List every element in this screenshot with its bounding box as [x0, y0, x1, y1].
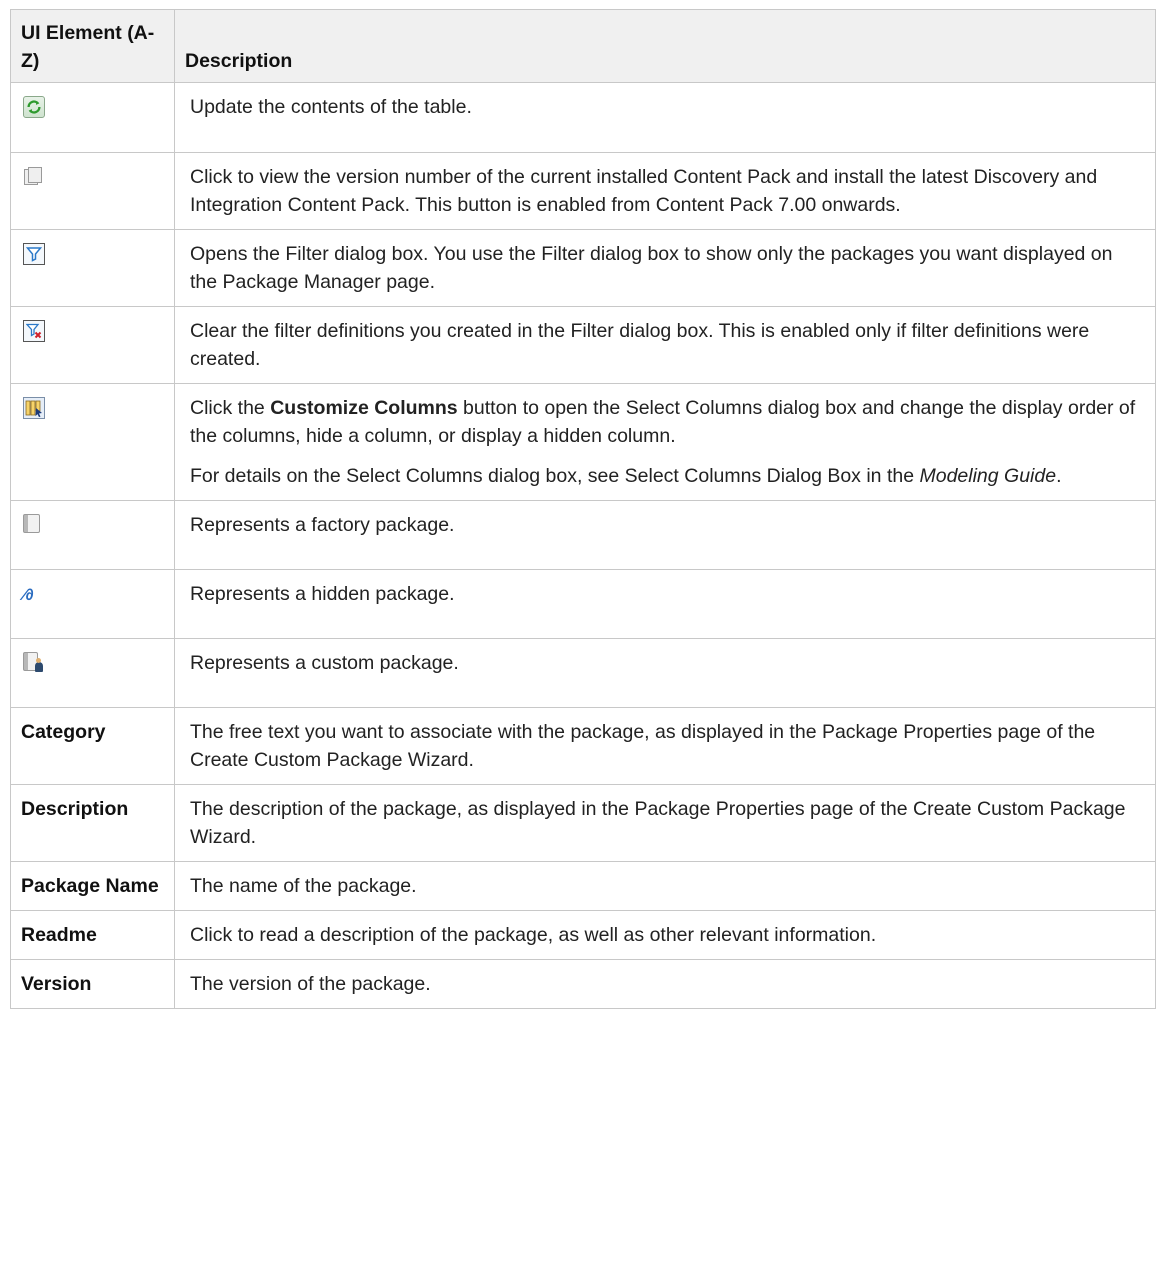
content-pack-icon	[23, 166, 42, 185]
table-row: Readme Click to read a description of th…	[10, 910, 1156, 960]
custom-package-icon	[23, 652, 43, 672]
description-cell: Click to read a description of the packa…	[174, 910, 1156, 960]
table-row: Represents a custom package.	[10, 638, 1156, 708]
table-row: Represents a factory package.	[10, 500, 1156, 570]
ui-element-cell: ⁄∂	[10, 569, 175, 639]
table-row: Opens the Filter dialog box. You use the…	[10, 229, 1156, 307]
table-row: Category The free text you want to assoc…	[10, 707, 1156, 785]
description-cell: Click the Customize Columns button to op…	[174, 383, 1156, 501]
ui-elements-table: UI Element (A-Z) Description Update the …	[10, 9, 1156, 1009]
table-row: ⁄∂ Represents a hidden package.	[10, 569, 1156, 639]
description-paragraph: For details on the Select Columns dialog…	[190, 462, 1143, 490]
customize-columns-icon	[23, 397, 45, 419]
table-row: Update the contents of the table.	[10, 82, 1156, 153]
ui-element-cell	[10, 383, 175, 501]
clear-filter-icon	[23, 320, 45, 342]
table-row: Click the Customize Columns button to op…	[10, 383, 1156, 501]
ui-element-cell	[10, 82, 175, 153]
description-cell: Represents a hidden package.	[174, 569, 1156, 639]
table-row: Description The description of the packa…	[10, 784, 1156, 862]
hidden-package-icon: ⁄∂	[23, 587, 34, 604]
table-row: Version The version of the package.	[10, 959, 1156, 1009]
ui-element-name: Version	[10, 959, 175, 1009]
description-cell: The description of the package, as displ…	[174, 784, 1156, 862]
ui-element-cell	[10, 306, 175, 384]
description-cell: Represents a custom package.	[174, 638, 1156, 708]
customize-columns-label: Customize Columns	[270, 397, 458, 419]
description-paragraph: Click the Customize Columns button to op…	[190, 394, 1143, 450]
table-row: Click to view the version number of the …	[10, 152, 1156, 230]
table-row: Clear the filter definitions you created…	[10, 306, 1156, 384]
description-cell: The version of the package.	[174, 959, 1156, 1009]
table-header-row: UI Element (A-Z) Description	[10, 9, 1156, 83]
description-cell: The free text you want to associate with…	[174, 707, 1156, 785]
factory-package-icon	[23, 514, 40, 533]
description-text: .	[1056, 465, 1062, 487]
description-cell: Represents a factory package.	[174, 500, 1156, 570]
description-cell: Click to view the version number of the …	[174, 152, 1156, 230]
ui-element-name: Category	[10, 707, 175, 785]
ui-element-name: Description	[10, 784, 175, 862]
description-text: Click the	[190, 397, 271, 419]
ui-element-cell	[10, 152, 175, 230]
ui-element-cell	[10, 638, 175, 708]
description-cell: Clear the filter definitions you created…	[174, 306, 1156, 384]
column-header-description: Description	[174, 9, 1156, 83]
ui-element-cell	[10, 229, 175, 307]
column-header-ui-element: UI Element (A-Z)	[10, 9, 175, 83]
modeling-guide-reference: Modeling Guide	[919, 465, 1057, 487]
ui-element-name: Package Name	[10, 861, 175, 911]
table-row: Package Name The name of the package.	[10, 861, 1156, 911]
description-cell: Update the contents of the table.	[174, 82, 1156, 153]
ui-element-cell	[10, 500, 175, 570]
description-cell: Opens the Filter dialog box. You use the…	[174, 229, 1156, 307]
refresh-icon	[23, 96, 45, 118]
filter-icon	[23, 243, 45, 265]
description-text: For details on the Select Columns dialog…	[190, 465, 920, 487]
ui-element-name: Readme	[10, 910, 175, 960]
description-cell: The name of the package.	[174, 861, 1156, 911]
